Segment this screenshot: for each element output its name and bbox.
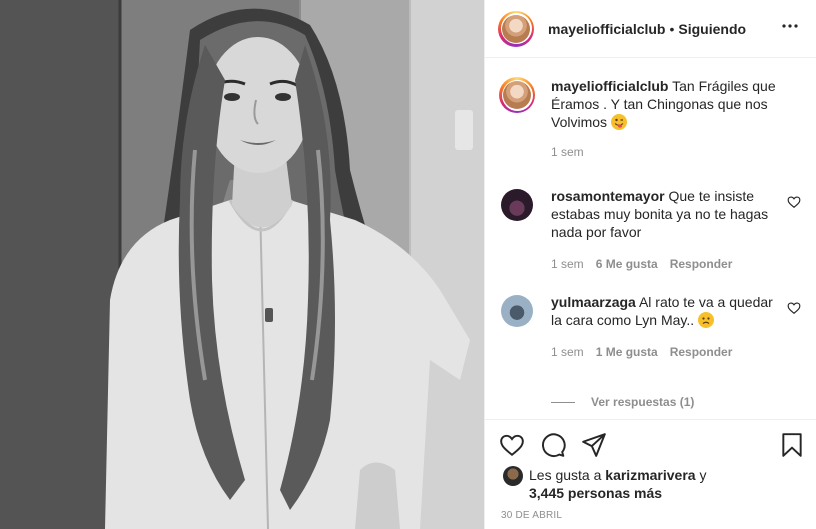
replies-divider [551, 401, 575, 403]
comment-icon[interactable] [540, 432, 566, 458]
comment-time[interactable]: 1 sem [551, 255, 584, 273]
post-date[interactable]: 30 DE ABRIL [501, 510, 562, 521]
more-horizontal-icon[interactable] [778, 14, 802, 38]
author-avatar[interactable] [498, 10, 534, 47]
heart-icon[interactable] [499, 432, 525, 458]
post-detail-panel: mayeliofficialclub • Siguiendo mayelioff… [484, 0, 816, 529]
comment-time[interactable]: 1 sem [551, 343, 584, 361]
commenter-avatar[interactable] [501, 189, 533, 221]
caption-time[interactable]: 1 sem [551, 143, 584, 161]
heart-icon[interactable] [787, 301, 801, 315]
reply-button[interactable]: Responder [670, 255, 733, 273]
likes-connector: y [699, 467, 707, 483]
action-bar [485, 419, 816, 468]
paper-plane-icon[interactable] [581, 432, 607, 458]
reply-button[interactable]: Responder [670, 343, 733, 361]
winking-tongue-emoji-icon [610, 114, 627, 130]
post-header: mayeliofficialclub • Siguiendo [485, 0, 816, 58]
author-username[interactable]: mayeliofficialclub [548, 21, 665, 37]
likes-summary: Les gusta a karizmarivera y 3,445 person… [503, 466, 706, 502]
post-photo[interactable] [0, 0, 484, 529]
comment-likes[interactable]: 6 Me gusta [596, 255, 658, 273]
comments-section[interactable]: mayeliofficialclub Tan Frágiles que Éram… [485, 57, 816, 419]
commenter-avatar[interactable] [501, 295, 533, 327]
header-separator: • [669, 20, 675, 37]
caption-author-avatar[interactable] [499, 77, 535, 113]
likes-others[interactable]: 3,445 personas más [529, 485, 662, 501]
post-photo-image [0, 0, 484, 529]
comment-likes[interactable]: 1 Me gusta [596, 343, 658, 361]
caption-username[interactable]: mayeliofficialclub [551, 78, 668, 94]
bookmark-icon[interactable] [779, 432, 805, 458]
following-button[interactable]: Siguiendo [678, 21, 746, 37]
liker-avatar[interactable] [503, 466, 523, 486]
likes-prefix: Les gusta a [529, 467, 602, 483]
disappointed-face-emoji-icon [698, 312, 715, 328]
heart-icon[interactable] [787, 195, 801, 209]
liker-username[interactable]: karizmarivera [605, 467, 695, 483]
view-replies-button[interactable]: Ver respuestas (1) [551, 395, 694, 409]
comment-username[interactable]: rosamontemayor [551, 188, 665, 204]
view-replies-label: Ver respuestas (1) [591, 395, 695, 409]
comment-username[interactable]: yulmaarzaga [551, 294, 636, 310]
